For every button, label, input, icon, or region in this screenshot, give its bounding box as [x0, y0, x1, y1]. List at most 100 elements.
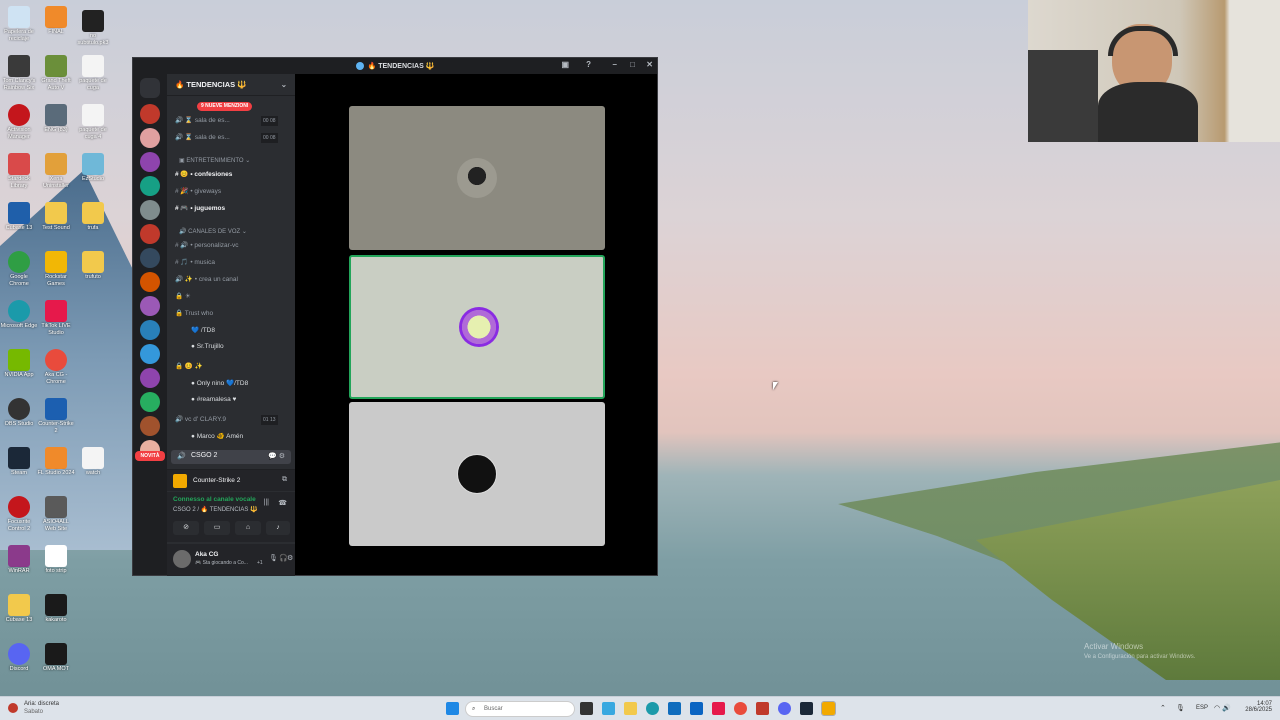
noise-suppression-icon[interactable]: |||: [264, 499, 269, 506]
desktop-icon[interactable]: Focusrite Control 2: [0, 496, 38, 533]
channel-trust-who[interactable]: 🔒 Trust who: [175, 309, 213, 319]
desktop-icon[interactable]: foto strip: [37, 545, 75, 575]
desktop-icon[interactable]: no subtitulo.pk3: [74, 10, 112, 47]
desktop-icon[interactable]: EzStudio: [74, 153, 112, 183]
desktop-icon[interactable]: ENG (83): [37, 104, 75, 134]
search-input[interactable]: ⌕ Buscar: [465, 701, 575, 717]
avatar[interactable]: [173, 550, 191, 568]
desktop-icon[interactable]: watch: [74, 447, 112, 477]
desktop-icon[interactable]: WinRAR: [0, 545, 38, 575]
desktop-icon[interactable]: Discord: [0, 643, 38, 673]
store-icon[interactable]: [668, 702, 681, 715]
desktop-icon[interactable]: FINAL: [37, 6, 75, 36]
tray-chevron-icon[interactable]: ⌃: [1160, 704, 1166, 712]
server-icon[interactable]: [140, 128, 160, 148]
server-icon[interactable]: [140, 392, 160, 412]
desktop-icon[interactable]: trufa: [74, 202, 112, 232]
desktop-icon[interactable]: Test Sound: [37, 202, 75, 232]
voice-member[interactable]: 💙 /TD8: [191, 326, 215, 336]
desktop-icon[interactable]: Aka CG - Chrome: [37, 349, 75, 386]
channel-item[interactable]: 🔊 ⌛ sala de es... 00 08: [175, 116, 278, 126]
window-titlebar[interactable]: 🔥 TENDENCIAS 🔱 ▣ ? – □ ✕: [133, 58, 657, 74]
desktop-icon[interactable]: Papelera de reciclaje: [0, 6, 38, 43]
channel-crea-canal[interactable]: 🔊 ✨ • crea un canal: [175, 275, 238, 285]
server-icon[interactable]: [140, 272, 160, 292]
screen-share-button[interactable]: ▭: [204, 521, 230, 535]
activity-icon[interactable]: ⧉: [282, 476, 287, 484]
server-icon[interactable]: [140, 104, 160, 124]
desktop-icon[interactable]: Cubase 13: [0, 202, 38, 232]
desktop-icon[interactable]: Google Chrome: [0, 251, 38, 288]
network-icon[interactable]: ◠ 🔊: [1214, 704, 1231, 712]
counter-strike-icon[interactable]: [821, 701, 836, 716]
channel-confesiones[interactable]: # 😊 • confesiones: [175, 170, 232, 180]
server-icon[interactable]: [140, 200, 160, 220]
screen-share-icon[interactable]: ▣: [561, 60, 569, 69]
participant-tile-speaking[interactable]: [349, 255, 605, 399]
minimize-icon[interactable]: –: [613, 60, 617, 69]
desktop-icon[interactable]: Rockstar Games: [37, 251, 75, 288]
lock-channel[interactable]: 🔒 ☀: [175, 292, 191, 302]
server-icon[interactable]: [140, 152, 160, 172]
activity-button[interactable]: ⌂: [235, 521, 261, 535]
steam-icon[interactable]: [800, 702, 813, 715]
chrome-icon[interactable]: [734, 702, 747, 715]
desktop-icon[interactable]: paquete de cuga: [74, 55, 112, 92]
desktop-icon[interactable]: Tom Clancy's Rainbow Six: [0, 55, 38, 92]
start-icon[interactable]: [446, 702, 459, 715]
participant-tile[interactable]: [349, 402, 605, 546]
close-icon[interactable]: ✕: [646, 60, 653, 69]
voice-member[interactable]: ● Marco 🐠 Amén: [191, 432, 243, 442]
help-icon[interactable]: ?: [586, 60, 591, 69]
desktop-icon[interactable]: Activision Manager: [0, 104, 38, 141]
desktop-icon[interactable]: Cubase 13: [0, 594, 38, 624]
category-entertainment[interactable]: ▣ ENTRETENIMIENTO ⌄: [179, 157, 250, 164]
desktop-icon[interactable]: Counter-Strike 2: [37, 398, 75, 435]
server-icon[interactable]: [140, 248, 160, 268]
server-icon[interactable]: [140, 368, 160, 388]
channel-giveways[interactable]: # 🎉 • giveways: [175, 187, 221, 197]
voice-location[interactable]: CSGO 2 / 🔥 TENDENCIAS 🔱: [173, 506, 258, 513]
channel-csgo2-active[interactable]: 🔊 CSGO 2 💬 ⚙: [171, 450, 291, 464]
discord-window[interactable]: 🔥 TENDENCIAS 🔱 ▣ ? – □ ✕ NOVITÀ 🔥 TENDEN…: [132, 57, 658, 576]
activity-panel[interactable]: Counter-Strike 2 ⧉: [167, 469, 295, 491]
server-icon[interactable]: [140, 320, 160, 340]
desktop-icon[interactable]: kakaroto: [37, 594, 75, 624]
desktop-icon[interactable]: Steam: [0, 447, 38, 477]
server-icon[interactable]: [140, 224, 160, 244]
discord-icon[interactable]: [778, 702, 791, 715]
mentions-badge[interactable]: 9 NUEVE MENZIONI: [197, 102, 253, 111]
channel-item[interactable]: 🔊 ⌛ sala de es... 00 08: [175, 133, 278, 143]
server-header[interactable]: 🔥 TENDENCIAS 🔱 ⌄: [167, 74, 295, 96]
desktop-icon[interactable]: FL Studio 2024: [37, 447, 75, 477]
discord-home-icon[interactable]: [140, 78, 160, 98]
desktop-icon[interactable]: TikTok LIVE Studio: [37, 300, 75, 337]
desktop-icon[interactable]: ASIO4ALL Web Site: [37, 496, 75, 533]
camera-off-icon[interactable]: ⊘: [173, 521, 199, 535]
voice-member[interactable]: ● Only nino 💙/TD8: [191, 379, 248, 389]
file-explorer-icon[interactable]: [624, 702, 637, 715]
mic-tray-icon[interactable]: 🎙: [1176, 704, 1185, 712]
desktop-icon[interactable]: Stardeck Library: [0, 153, 38, 190]
outlook-icon[interactable]: [690, 702, 703, 715]
participant-tile[interactable]: [349, 106, 605, 250]
server-icon[interactable]: [140, 416, 160, 436]
widgets-icon[interactable]: [602, 702, 615, 715]
desktop-icon[interactable]: Microsoft Edge: [0, 300, 38, 330]
game-icon[interactable]: [756, 702, 769, 715]
voice-member[interactable]: ● Sr.Trujillo: [191, 342, 224, 352]
server-icon[interactable]: [140, 344, 160, 364]
disconnect-icon[interactable]: ☎: [278, 499, 287, 507]
chat-icon[interactable]: 💬 ⚙: [268, 452, 285, 460]
chevron-down-icon[interactable]: ⌄: [281, 74, 287, 96]
desktop-icon[interactable]: paquete de cuga 4: [74, 104, 112, 141]
desktop-icon[interactable]: OMA MOT: [37, 643, 75, 673]
desktop-icon[interactable]: trufuto: [74, 251, 112, 281]
tiktok-icon[interactable]: [712, 702, 725, 715]
desktop-icon[interactable]: Xena Uninstaller: [37, 153, 75, 190]
channel-juguemos[interactable]: # 🎮 • juguemos: [175, 204, 225, 214]
channel-vc-clary[interactable]: 🔊 vc d' CLARY.9 01 13: [175, 415, 278, 425]
lock-channel[interactable]: 🔒 😊 ✨: [175, 362, 203, 372]
desktop-icon[interactable]: OBS Studio: [0, 398, 38, 428]
edge-icon[interactable]: [646, 702, 659, 715]
